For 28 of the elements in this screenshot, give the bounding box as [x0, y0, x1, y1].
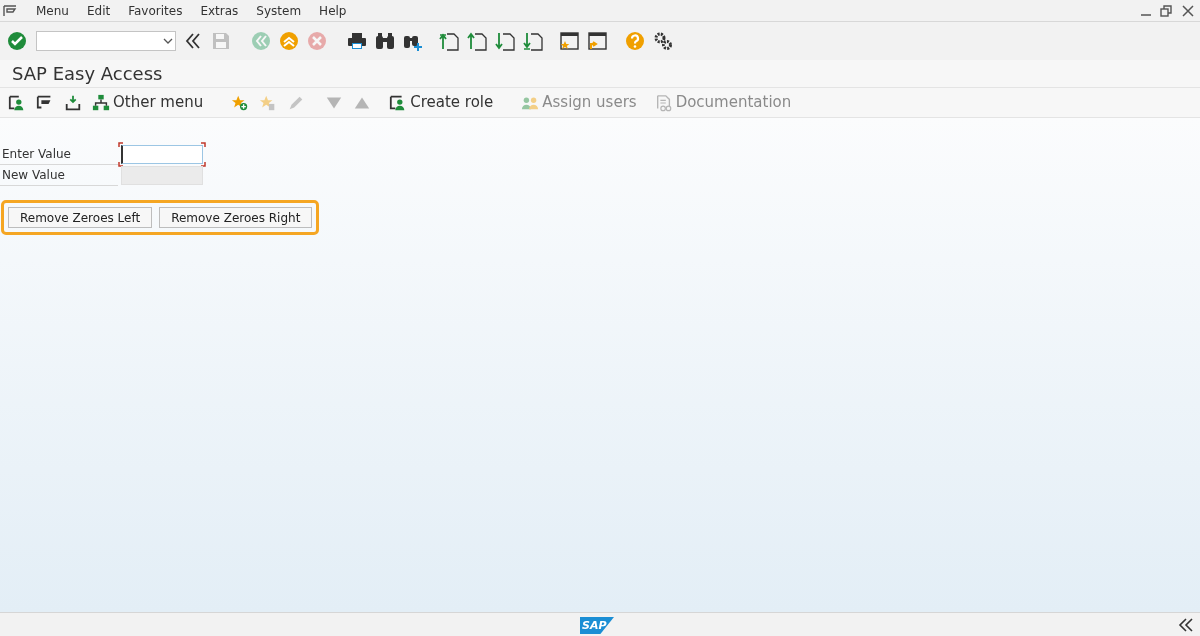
close-icon[interactable]: [1182, 4, 1194, 17]
menu-item[interactable]: Menu: [27, 1, 78, 20]
screen-title: SAP Easy Access: [12, 62, 163, 86]
page-up-icon[interactable]: [464, 31, 490, 51]
page-up-icon[interactable]: [436, 31, 462, 51]
page-down-icon[interactable]: [492, 31, 518, 51]
create-role-button[interactable]: Create role: [385, 91, 498, 114]
page-down-icon[interactable]: [520, 31, 546, 51]
focus-corner-icon: [118, 142, 206, 167]
menu-icon[interactable]: [3, 4, 17, 17]
menu-item[interactable]: Extras: [191, 1, 248, 20]
menu-item[interactable]: Edit: [77, 1, 120, 20]
dropdown-caret-icon[interactable]: [163, 38, 173, 44]
restore-icon[interactable]: [1160, 4, 1172, 17]
action-button[interactable]: Remove Zeroes Left: [8, 207, 153, 228]
document-glasses-icon: [654, 92, 673, 113]
hierarchy-icon: [92, 92, 110, 113]
input-field[interactable]: [121, 145, 203, 164]
collapse-icon[interactable]: [1178, 617, 1194, 632]
command-field[interactable]: [36, 31, 176, 51]
field-label: New Value: [0, 165, 118, 186]
menu-item[interactable]: Favorites: [119, 1, 192, 20]
other-menu-button[interactable]: Other menu: [88, 91, 208, 114]
sap-logo: SAP: [580, 617, 614, 634]
menu-item[interactable]: System: [247, 1, 311, 20]
field-label: Enter Value: [0, 144, 118, 165]
action-button[interactable]: Remove Zeroes Right: [159, 207, 313, 228]
menu-item[interactable]: Help: [310, 1, 356, 20]
